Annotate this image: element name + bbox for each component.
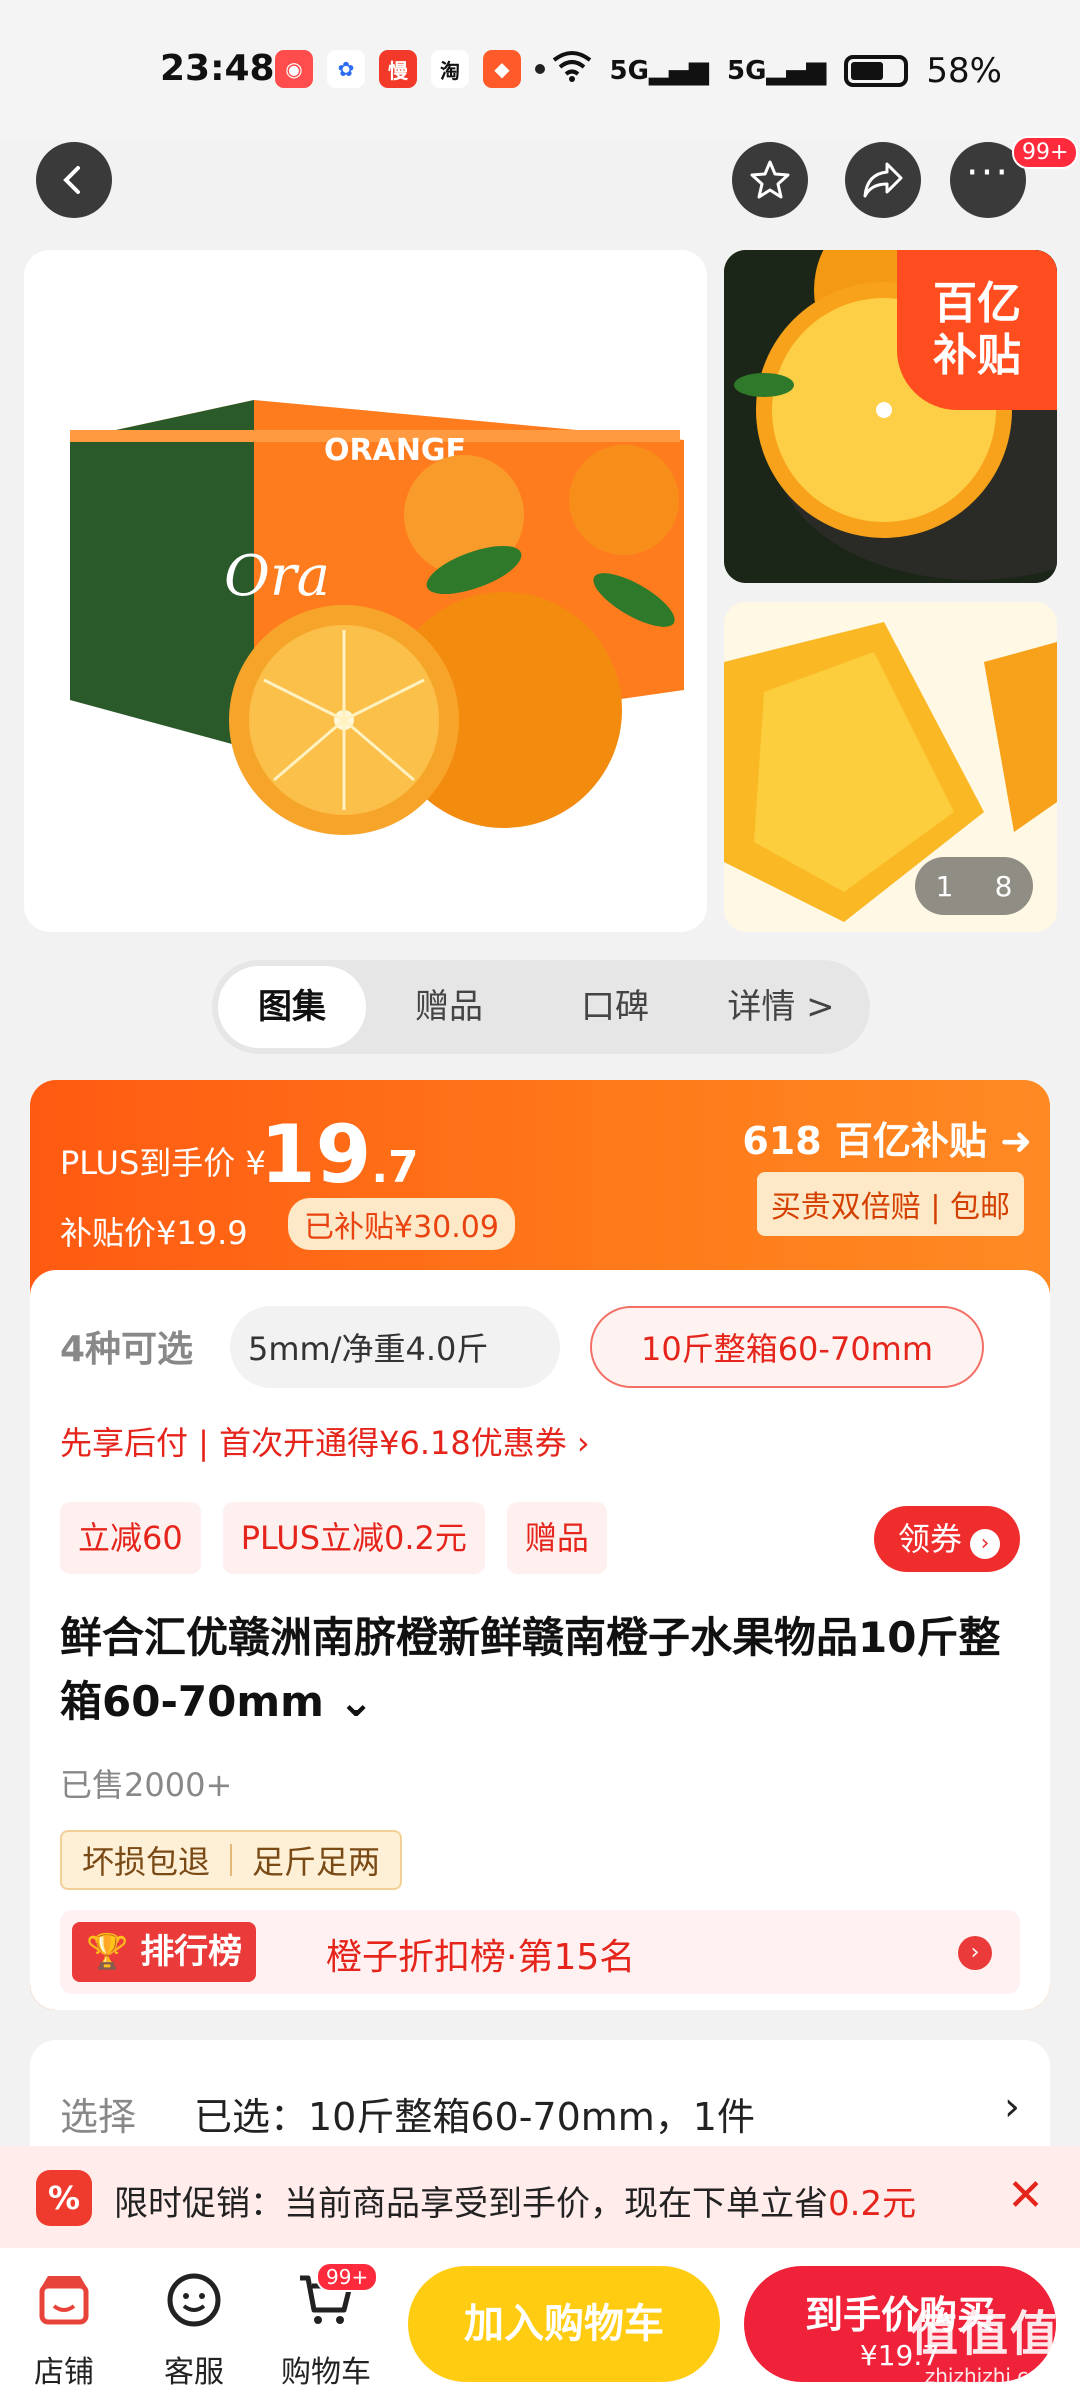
status-time: 23:48 (160, 48, 275, 89)
chevron-right-icon: › (970, 1529, 1000, 1559)
guarantee-item: 坏损包退 (82, 1843, 211, 1881)
percent-icon: % (36, 2170, 92, 2226)
app-notification-icon: ◆ (483, 50, 521, 88)
notification-icons: ◉ ✿ 慢 淘 ◆ (275, 50, 545, 88)
guarantee-item: 足斤足两 (252, 1843, 381, 1881)
tab-details[interactable]: 详情 > (698, 966, 864, 1048)
chevron-right-icon: › (1004, 2084, 1020, 2130)
option-pill-selected[interactable]: 10斤整箱60-70mm (590, 1306, 984, 1388)
back-button[interactable] (36, 142, 112, 218)
discount-chips: 立减60 PLUS立减0.2元 赠品 (60, 1502, 607, 1574)
sold-count: 已售2000+ (60, 1766, 233, 1804)
gift-chip[interactable]: 赠品 (506, 1502, 607, 1574)
section-tabs: 图集 赠品 口碑 详情 > (212, 960, 870, 1054)
image-pager: 1 8 (915, 857, 1033, 915)
baidu-icon: ✿ (327, 50, 365, 88)
main-product-image[interactable]: ORANGE Ora (24, 250, 707, 932)
product-gallery[interactable]: ORANGE Ora 百亿 补贴 1 8 (0, 250, 1080, 935)
618-subsidy-logo[interactable]: 618 百亿补贴 ➜ (742, 1110, 1032, 1165)
option-selector: 4种可选 5mm/净重4.0斤 10斤整箱60-70mm (30, 1300, 1050, 1388)
battery-percent: 58% (926, 50, 1002, 91)
subsidy-amount-tag: 已补贴¥30.09 (288, 1198, 515, 1250)
share-button[interactable] (845, 142, 921, 218)
back-arrow-icon (63, 166, 80, 194)
svg-text:Ora: Ora (224, 544, 330, 609)
app-notification-icon: ◉ (275, 50, 313, 88)
thumbnail-image-1[interactable]: 百亿 补贴 (724, 250, 1057, 583)
shop-icon (14, 2272, 114, 2341)
service-guarantees[interactable]: 坏损包退 足斤足两 (60, 1830, 403, 1890)
cart-label: 购物车 (281, 2355, 371, 2390)
ranking-tag: 🏆 排行榜 (72, 1922, 257, 1982)
shop-button[interactable]: 店铺 (14, 2272, 114, 2391)
service-label: 客服 (164, 2355, 224, 2390)
ranking-text: 橙子折扣榜·第15名 (326, 1937, 636, 1978)
favorite-button[interactable] (732, 142, 808, 218)
pay-later-promo[interactable]: 先享后付 | 首次开通得¥6.18优惠券 › (60, 1418, 590, 1464)
thumbnail-image-2[interactable]: 1 8 (724, 602, 1057, 932)
price-guarantee-tag[interactable]: 买贵双倍赔 | 包邮 (756, 1172, 1024, 1236)
signal-icon: 5G▂▄▆ (609, 55, 709, 86)
bottom-action-bar: 店铺 客服 购物车 99+ 加入购物车 到手价购买 ¥19.7 值值值 zhiz… (0, 2248, 1080, 2400)
app-notification-icon: 慢 (379, 50, 417, 88)
price-card: PLUS到手价 ¥ 19.7 补贴价¥19.9 已补贴¥30.09 618 百亿… (30, 1080, 1050, 2010)
discount-chip[interactable]: PLUS立减0.2元 (222, 1502, 485, 1574)
product-info: 4种可选 5mm/净重4.0斤 10斤整箱60-70mm 先享后付 | 首次开通… (30, 1270, 1050, 2010)
status-bar: 23:48 ◉ ✿ 慢 淘 ◆ 5G▂▄▆ 5G▂▄▆ 58% (0, 0, 1080, 140)
shop-label: 店铺 (34, 2355, 94, 2390)
close-icon[interactable]: ✕ (1007, 2170, 1044, 2221)
plus-price-label: PLUS到手价 ¥ (60, 1144, 266, 1182)
more-icon: ··· (965, 150, 1011, 196)
tab-gallery[interactable]: 图集 (218, 966, 366, 1048)
customer-service-button[interactable]: 客服 (144, 2272, 244, 2391)
add-to-cart-button[interactable]: 加入购物车 (408, 2266, 720, 2382)
option-count: 4种可选 (60, 1329, 194, 1370)
signal-icon: 5G▂▄▆ (726, 55, 827, 86)
watermark-logo: 值值值 (909, 2306, 1060, 2362)
trophy-icon: 🏆 (86, 1932, 129, 1972)
promo-text: 限时促销：当前商品享受到手价，现在下单立省0.2元 (114, 2184, 917, 2224)
star-icon (750, 160, 790, 199)
get-coupon-button[interactable]: 领券 › (873, 1506, 1020, 1572)
more-notifications-dot (535, 64, 545, 74)
ranking-banner[interactable]: 🏆 排行榜 橙子折扣榜·第15名 › (60, 1910, 1020, 1994)
tab-gifts[interactable]: 赠品 (366, 966, 532, 1048)
plus-price: 19.7 (260, 1108, 419, 1201)
pager-total: 8 (994, 869, 1013, 903)
discount-chip[interactable]: 立减60 (60, 1502, 201, 1574)
share-icon (863, 162, 903, 198)
cart-badge: 99+ (316, 2262, 379, 2292)
subsidy-badge: 百亿 补贴 (897, 250, 1057, 410)
product-title: 鲜合汇优赣洲南脐橙新鲜赣南橙子水果物品10斤整箱60-70mm ⌄ (60, 1613, 1001, 1726)
subsidy-price: 补贴价¥19.9 (60, 1214, 248, 1252)
watermark-url: zhizhizhi.com (924, 2364, 1060, 2388)
taobao-icon: 淘 (431, 50, 469, 88)
selection-value: 已选：10斤整箱60-70mm，1件 (194, 2095, 755, 2139)
battery-icon (844, 54, 909, 87)
service-icon (144, 2272, 244, 2341)
chevron-right-icon: › (958, 1936, 992, 1970)
more-badge: 99+ (1012, 136, 1079, 169)
limited-promo-bar: % 限时促销：当前商品享受到手价，现在下单立省0.2元 ✕ (0, 2146, 1080, 2248)
tab-reviews[interactable]: 口碑 (532, 966, 698, 1048)
pager-current: 1 (935, 869, 954, 903)
selection-label: 选择 (60, 2095, 137, 2139)
wifi-icon (552, 50, 592, 91)
option-pill[interactable]: 5mm/净重4.0斤 (230, 1306, 560, 1388)
watermark: 值值值 zhizhizhi.com (910, 2294, 1060, 2388)
status-right: 5G▂▄▆ 5G▂▄▆ 58% (552, 50, 1002, 91)
